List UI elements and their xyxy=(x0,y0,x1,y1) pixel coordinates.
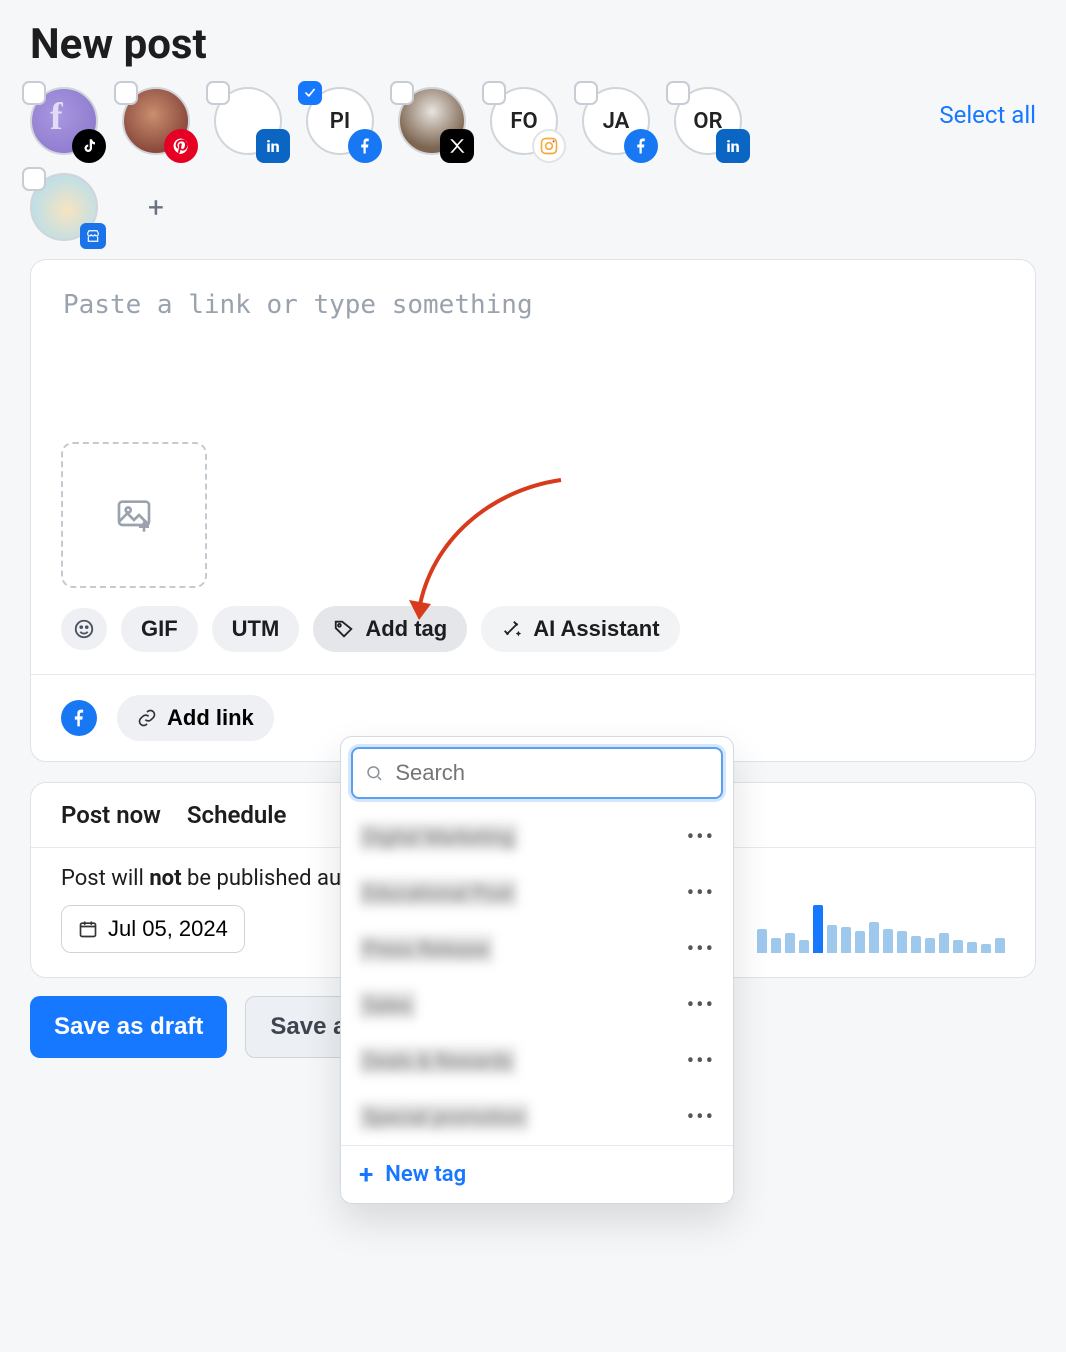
channel-checkbox[interactable] xyxy=(666,81,690,105)
channels-row-2: + xyxy=(30,173,1036,241)
tab-post-now[interactable]: Post now xyxy=(61,801,161,829)
tag-item-more-icon[interactable]: ••• xyxy=(687,881,715,906)
bar xyxy=(785,933,795,953)
pinterest-icon xyxy=(164,129,198,163)
channels-row: f in PI xyxy=(30,87,1036,155)
composer-actions: GIF UTM Add tag AI Assistant xyxy=(61,606,1005,674)
ai-assistant-button[interactable]: AI Assistant xyxy=(481,606,679,652)
link-icon xyxy=(137,708,157,728)
tag-item-more-icon[interactable]: ••• xyxy=(687,1105,715,1130)
tag-label: Educational Post xyxy=(359,879,517,907)
channel-checkbox[interactable] xyxy=(206,81,230,105)
tag-label: Special promotion xyxy=(359,1103,529,1131)
tag-popover: Digital Marketing•••Educational Post•••P… xyxy=(340,736,734,1204)
bar xyxy=(855,931,865,953)
bar xyxy=(995,938,1005,953)
tag-label: Sales xyxy=(359,991,416,1019)
bar xyxy=(925,938,935,953)
x-icon xyxy=(440,129,474,163)
calendar-icon xyxy=(78,919,98,939)
sparkle-icon xyxy=(501,618,523,640)
post-textarea[interactable] xyxy=(61,288,1005,438)
facebook-icon xyxy=(348,129,382,163)
channel-pinterest[interactable] xyxy=(122,87,190,155)
bar xyxy=(841,927,851,953)
date-picker-button[interactable]: Jul 05, 2024 xyxy=(61,905,245,953)
tag-search-input[interactable] xyxy=(393,759,709,787)
channel-facebook-pi[interactable]: PI xyxy=(306,87,374,155)
gif-button[interactable]: GIF xyxy=(121,606,198,652)
tab-schedule[interactable]: Schedule xyxy=(187,801,287,829)
schedule-bars-chart xyxy=(757,905,1005,953)
tag-item[interactable]: Educational Post ••• xyxy=(341,865,733,921)
bar xyxy=(869,922,879,953)
tag-item-more-icon[interactable]: ••• xyxy=(687,937,715,962)
bar xyxy=(813,905,823,953)
save-as-draft-button[interactable]: Save as draft xyxy=(30,996,227,1058)
channel-checkbox[interactable] xyxy=(22,81,46,105)
tag-item-more-icon[interactable]: ••• xyxy=(687,993,715,1018)
bar xyxy=(911,936,921,953)
emoji-button[interactable] xyxy=(61,608,107,650)
bar xyxy=(939,933,949,953)
composer-card: GIF UTM Add tag AI Assistant Add link xyxy=(30,259,1036,762)
bar xyxy=(827,925,837,953)
tag-item-more-icon[interactable]: ••• xyxy=(687,1049,715,1074)
channel-checkbox[interactable] xyxy=(390,81,414,105)
channel-checkbox[interactable] xyxy=(298,81,322,105)
tag-item[interactable]: Deals & Rewards ••• xyxy=(341,1033,733,1089)
search-icon xyxy=(365,763,383,783)
new-tag-button[interactable]: + New tag xyxy=(341,1145,733,1203)
channel-instagram[interactable]: FO xyxy=(490,87,558,155)
select-all-link[interactable]: Select all xyxy=(939,87,1036,129)
channel-checkbox[interactable] xyxy=(22,167,46,191)
channel-google[interactable] xyxy=(30,173,98,241)
tag-label: Digital Marketing xyxy=(359,823,518,851)
bar xyxy=(771,938,781,953)
channel-linkedin-2[interactable]: OR in xyxy=(674,87,742,155)
tag-item[interactable]: Sales ••• xyxy=(341,977,733,1033)
tiktok-icon xyxy=(72,129,106,163)
bar xyxy=(799,940,809,953)
tag-item[interactable]: Press Release ••• xyxy=(341,921,733,977)
channel-checkbox[interactable] xyxy=(574,81,598,105)
channel-checkbox[interactable] xyxy=(114,81,138,105)
bar xyxy=(897,931,907,953)
tag-list: Digital Marketing•••Educational Post•••P… xyxy=(341,809,733,1145)
channel-linkedin-1[interactable]: in xyxy=(214,87,282,155)
bar xyxy=(967,942,977,953)
utm-button[interactable]: UTM xyxy=(212,606,300,652)
channel-tiktok[interactable]: f xyxy=(30,87,98,155)
tag-item[interactable]: Special promotion ••• xyxy=(341,1089,733,1145)
add-tag-button[interactable]: Add tag xyxy=(313,606,467,652)
add-media-dropzone[interactable] xyxy=(61,442,207,588)
instagram-icon xyxy=(532,129,566,163)
bar xyxy=(883,929,893,953)
bar xyxy=(757,929,767,953)
tag-search-field[interactable] xyxy=(351,747,723,799)
add-channel-button[interactable]: + xyxy=(122,173,190,241)
tag-item[interactable]: Digital Marketing ••• xyxy=(341,809,733,865)
tag-item-more-icon[interactable]: ••• xyxy=(687,825,715,850)
page-title: New post xyxy=(30,20,1036,69)
plus-icon: + xyxy=(359,1166,373,1184)
channel-facebook-ja[interactable]: JA xyxy=(582,87,650,155)
tag-label: Press Release xyxy=(359,935,493,963)
bar xyxy=(981,944,991,953)
google-business-icon xyxy=(80,223,106,249)
facebook-icon xyxy=(624,129,658,163)
tag-label: Deals & Rewards xyxy=(359,1047,516,1075)
channel-checkbox[interactable] xyxy=(482,81,506,105)
channel-x[interactable] xyxy=(398,87,466,155)
linkedin-icon: in xyxy=(716,129,750,163)
linkedin-icon: in xyxy=(256,129,290,163)
tag-icon xyxy=(333,618,355,640)
add-link-button[interactable]: Add link xyxy=(117,695,274,741)
bar xyxy=(953,940,963,953)
facebook-icon xyxy=(61,700,97,736)
